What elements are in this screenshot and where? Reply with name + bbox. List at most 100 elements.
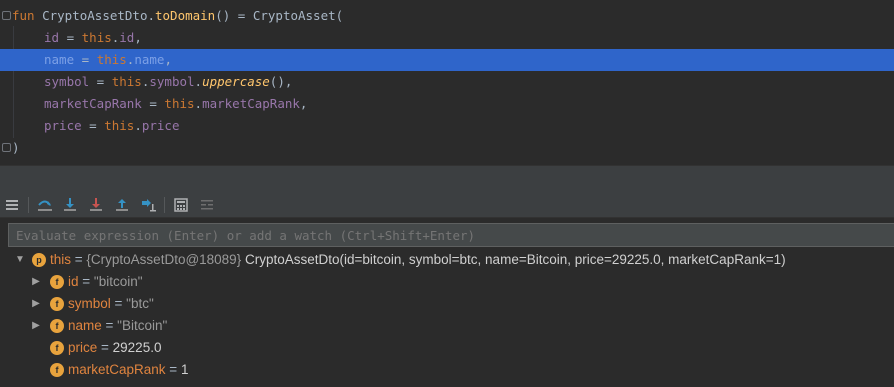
step-into-icon[interactable] (61, 196, 79, 214)
toolbar-separator (164, 197, 165, 213)
field-badge-icon: f (50, 363, 64, 377)
field-badge-icon: f (50, 297, 64, 311)
field-badge-icon: f (50, 341, 64, 355)
code-token: = (59, 30, 82, 45)
code-token: marketCapRank (44, 96, 142, 111)
code-token: fun (12, 8, 43, 23)
code-token: () = CryptoAsset( (215, 8, 344, 23)
variable-row-symbol[interactable]: ▶ f symbol = "btc" (0, 293, 894, 315)
evaluate-expression-icon[interactable] (172, 196, 190, 214)
code-token: this (104, 118, 135, 133)
variable-row-this[interactable]: ▼ p this = {CryptoAssetDto@18089} CryptoAs… (0, 249, 894, 271)
code-token: this (111, 74, 142, 89)
code-line[interactable]: symbol = this.symbol.uppercase(), (0, 71, 894, 93)
code-line[interactable]: fun CryptoAssetDto.toDomain() = CryptoAs… (0, 5, 894, 27)
code-line[interactable]: marketCapRank = this.marketCapRank, (0, 93, 894, 115)
force-step-into-icon[interactable] (87, 196, 105, 214)
variable-row-marketcaprank[interactable]: f marketCapRank = 1 (0, 359, 894, 381)
variable-name: id (68, 274, 79, 289)
code-token: . (194, 74, 203, 89)
variable-name: marketCapRank (68, 362, 166, 377)
expand-arrow-icon[interactable]: ▶ (30, 271, 42, 293)
expand-arrow-icon[interactable]: ▶ (30, 293, 42, 315)
code-token: = (89, 74, 112, 89)
variable-tostring: CryptoAssetDto(id=bitcoin, symbol=btc, n… (241, 252, 786, 267)
variable-equals: = (78, 274, 94, 289)
variable-value: "Bitcoin" (117, 318, 168, 333)
variable-row-name[interactable]: ▶ f name = "Bitcoin" (0, 315, 894, 337)
variable-text: marketCapRank = 1 (68, 359, 188, 381)
trace-stream-icon[interactable] (198, 196, 216, 214)
field-badge-icon: f (50, 319, 64, 333)
variable-equals: = (71, 252, 87, 267)
step-over-icon[interactable] (36, 196, 54, 214)
code-text: ) (12, 137, 20, 159)
variable-text: id = "bitcoin" (68, 271, 143, 293)
code-token: symbol (149, 74, 195, 89)
code-token: price (141, 118, 180, 133)
variable-equals: = (110, 296, 127, 311)
code-token: CryptoAssetDto. (42, 8, 155, 23)
variable-text: name = "Bitcoin" (68, 315, 167, 337)
variable-value: 1 (180, 362, 189, 377)
variable-name: price (68, 340, 98, 355)
variable-equals: = (101, 318, 118, 333)
variable-value: "btc" (126, 296, 154, 311)
variable-name: symbol (68, 296, 111, 311)
code-line[interactable]: ) (0, 137, 894, 159)
code-token: = (74, 52, 97, 67)
code-token: id (44, 30, 60, 45)
variable-value: "bitcoin" (93, 274, 143, 289)
debug-toolbar (0, 193, 894, 218)
code-token: symbol (44, 74, 90, 89)
variable-row-price[interactable]: f price = 29225.0 (0, 337, 894, 359)
code-token: toDomain (155, 8, 216, 23)
toolbar-separator (28, 197, 29, 213)
code-token: ) (12, 140, 20, 155)
code-text: symbol = this.symbol.uppercase(), (44, 71, 292, 93)
variables-tree[interactable]: ▼ p this = {CryptoAssetDto@18089} CryptoAs… (0, 248, 894, 387)
expand-arrow-icon[interactable]: ▼ (14, 249, 26, 271)
variable-equals: = (97, 340, 113, 355)
parameter-badge-icon: p (32, 253, 46, 267)
run-to-cursor-icon[interactable] (140, 196, 158, 214)
code-token: , (164, 52, 172, 67)
variable-name: this (50, 252, 72, 267)
code-token: . (134, 118, 142, 133)
fold-marker-icon[interactable] (2, 143, 11, 152)
code-token: name (134, 52, 165, 67)
code-token: (), (269, 74, 293, 89)
variable-text: price = 29225.0 (68, 337, 161, 359)
code-token: , (134, 30, 142, 45)
code-editor[interactable]: fun CryptoAssetDto.toDomain() = CryptoAs… (0, 0, 894, 165)
variable-text: this = {CryptoAssetDto@18089} CryptoAsse… (50, 249, 786, 271)
code-text: fun CryptoAssetDto.toDomain() = CryptoAs… (12, 5, 343, 27)
variable-text: symbol = "btc" (68, 293, 154, 315)
code-token: marketCapRank (202, 96, 300, 111)
variable-row-id[interactable]: ▶ f id = "bitcoin" (0, 271, 894, 293)
variable-name: name (68, 318, 102, 333)
fold-marker-icon[interactable] (2, 11, 11, 20)
code-token: id (119, 30, 135, 45)
variable-equals: = (165, 362, 181, 377)
variable-value: 29225.0 (112, 340, 162, 355)
code-token: = (141, 96, 165, 111)
field-badge-icon: f (50, 275, 64, 289)
code-text: name = this.name, (44, 49, 172, 71)
code-token: name (44, 52, 75, 67)
code-line[interactable]: name = this.name, (0, 49, 894, 71)
code-line[interactable]: id = this.id, (0, 27, 894, 49)
code-text: id = this.id, (44, 27, 142, 49)
code-token: this (96, 52, 127, 67)
expand-arrow-icon[interactable]: ▶ (30, 315, 42, 337)
variable-ref: {CryptoAssetDto@18089} (86, 252, 242, 267)
code-token: , (299, 96, 308, 111)
evaluate-expression-input[interactable] (8, 223, 894, 247)
step-out-icon[interactable] (113, 196, 131, 214)
debugger-panel-header[interactable] (0, 165, 894, 193)
code-token: this (81, 30, 112, 45)
frames-menu-icon[interactable] (3, 196, 21, 214)
code-line[interactable]: price = this.price (0, 115, 894, 137)
code-token: price (44, 118, 82, 133)
code-text: price = this.price (44, 115, 180, 137)
